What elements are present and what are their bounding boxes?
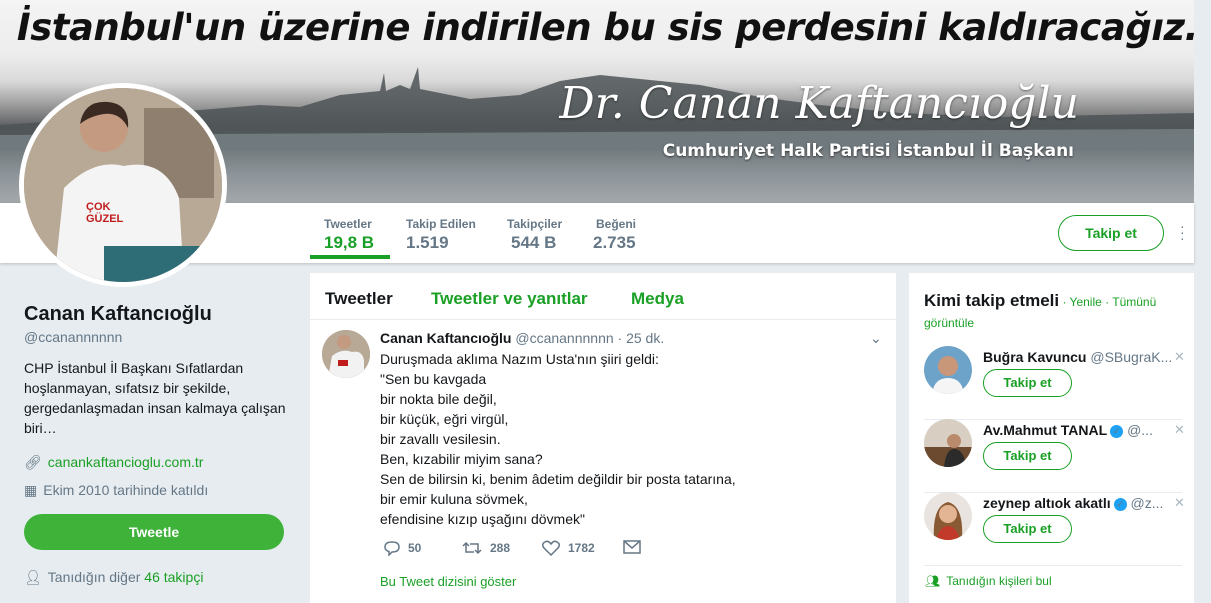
banner-subtitle: Cumhuriyet Halk Partisi İstanbul İl Başk…	[662, 141, 1074, 161]
avatar-photo: ÇOK GÜZEL	[24, 88, 222, 282]
timeline: Tweetler Tweetler ve yanıtlar Medya Cana…	[310, 273, 896, 603]
known-followers[interactable]: 👤︎ Tanıdığın diğer 46 takipçi	[24, 569, 203, 586]
retweet-count: 288	[490, 541, 511, 555]
stat-followers-label: Takipçiler	[507, 217, 563, 231]
like-count: 1782	[568, 541, 595, 555]
reply-action[interactable]: 50	[384, 540, 421, 556]
rec-handle-text: @...	[1127, 422, 1153, 438]
retweet-action[interactable]: 288	[462, 540, 510, 556]
recommendation-photo	[924, 419, 972, 467]
rec-name-text[interactable]: zeynep altıok akatlı	[983, 495, 1111, 511]
profile-website[interactable]: 🔗︎ canankaftancioglu.com.tr	[24, 454, 203, 471]
follow-button[interactable]: Takip et	[983, 369, 1072, 397]
rec-name-text[interactable]: Av.Mahmut TANAL	[983, 422, 1107, 438]
banner-headline: İstanbul'un üzerine indirilen bu sis per…	[16, 6, 1194, 49]
show-thread-link[interactable]: Bu Tweet dizisini göster	[380, 574, 516, 589]
stat-following-value: 1.519	[406, 233, 449, 252]
svg-text:GÜZEL: GÜZEL	[86, 212, 124, 225]
stat-following[interactable]: Takip Edilen 1.519	[406, 203, 486, 263]
link-icon: 🔗︎	[24, 454, 42, 470]
like-action[interactable]: 1782	[542, 540, 595, 556]
heart-icon	[542, 540, 560, 556]
svg-text:ÇOK: ÇOK	[86, 201, 111, 213]
recommendation-photo	[924, 492, 972, 540]
stat-tweets-value: 19,8 B	[324, 233, 375, 252]
banner-signature: Dr. Canan Kaftancıoğlu	[559, 78, 1079, 129]
tweet-author[interactable]: Canan Kaftancıoğlu	[380, 330, 511, 346]
recommendation-photo	[924, 346, 972, 394]
dismiss-icon[interactable]: ✕	[1174, 349, 1185, 365]
reply-count: 50	[408, 541, 422, 555]
stat-likes-label: Beğeni	[596, 217, 637, 231]
tweet-to-button[interactable]: Tweetle	[24, 514, 284, 550]
profile-website-text[interactable]: canankaftancioglu.com.tr	[48, 454, 204, 470]
refresh-link[interactable]: · Yenile	[1059, 295, 1101, 309]
profile-avatar[interactable]: ÇOK GÜZEL	[19, 83, 227, 287]
profile-handle: @ccanannnnnn	[24, 329, 123, 345]
find-friends-link[interactable]: 👥︎ Tanıdığın kişileri bul	[925, 574, 1052, 588]
tweet-header: Canan Kaftancıoğlu @ccanannnnnn · 25 dk.	[380, 330, 664, 346]
rec-handle-text: @SBugraK...	[1090, 349, 1173, 365]
tweet-actions: 50 288 1782	[380, 540, 880, 560]
calendar-icon: ▦	[24, 482, 38, 498]
stat-tweets[interactable]: Tweetler 19,8 B	[310, 203, 390, 259]
tweet-avatar[interactable]	[322, 330, 370, 378]
tab-media[interactable]: Medya	[631, 289, 684, 309]
follow-button[interactable]: Takip et	[983, 442, 1072, 470]
tweet-time[interactable]: · 25 dk.	[618, 330, 665, 346]
recommendation-name: zeynep altıok akatlı ✓ @z...	[983, 495, 1173, 511]
tweet-text: Duruşmada aklıma Nazım Usta'nın şiiri ge…	[380, 351, 736, 527]
timeline-tabs: Tweetler Tweetler ve yanıtlar Medya	[310, 273, 896, 320]
tab-tweets-and-replies[interactable]: Tweetler ve yanıtlar	[431, 289, 588, 309]
recommendation-name: Av.Mahmut TANAL ✓ @...	[983, 422, 1173, 438]
verified-badge-icon: ✓	[1113, 497, 1127, 511]
people-icon: 👥︎	[925, 574, 941, 588]
retweet-icon	[462, 541, 482, 555]
stat-likes[interactable]: Beğeni 2.735	[593, 203, 653, 263]
stat-following-label: Takip Edilen	[406, 217, 476, 231]
recommendation-avatar[interactable]	[924, 346, 972, 394]
stat-likes-value: 2.735	[593, 233, 636, 252]
chevron-down-icon[interactable]: ⌄	[870, 330, 882, 347]
known-followers-count[interactable]: 46 takipçi	[144, 569, 203, 585]
recommendation-item[interactable]: Buğra Kavuncu @SBugraK... ✕ Takip et	[924, 346, 1185, 420]
more-options-icon[interactable]: · · ·	[1180, 219, 1188, 245]
dismiss-icon[interactable]: ✕	[1174, 422, 1185, 438]
dismiss-icon[interactable]: ✕	[1174, 495, 1185, 511]
recommendation-item[interactable]: zeynep altıok akatlı ✓ @z... ✕ Takip et	[924, 492, 1185, 566]
find-friends-text[interactable]: Tanıdığın kişileri bul	[946, 574, 1051, 588]
recommendation-item[interactable]: Av.Mahmut TANAL ✓ @... ✕ Takip et	[924, 419, 1185, 493]
rec-handle-text: @z...	[1130, 495, 1164, 511]
message-action[interactable]	[623, 540, 641, 554]
verified-badge-icon: ✓	[1110, 424, 1124, 438]
tweet-avatar-photo	[322, 330, 370, 378]
follow-button[interactable]: Takip et	[1058, 215, 1164, 251]
profile-joined-text: Ekim 2010 tarihinde katıldı	[43, 482, 209, 498]
who-to-follow-title: Kimi takip etmeli	[924, 291, 1060, 310]
recommendation-avatar[interactable]	[924, 492, 972, 540]
who-to-follow-header: Kimi takip etmeli · Yenile · Tümünü görü…	[924, 291, 1184, 333]
recommendation-avatar[interactable]	[924, 419, 972, 467]
who-to-follow-panel: Kimi takip etmeli · Yenile · Tümünü görü…	[909, 273, 1194, 603]
profile-name: Canan Kaftancıoğlu	[24, 303, 212, 325]
tab-tweets[interactable]: Tweetler	[325, 289, 393, 309]
rec-name-text[interactable]: Buğra Kavuncu	[983, 349, 1086, 365]
reply-icon	[384, 541, 400, 556]
profile-bio: CHP İstanbul İl Başkanı Sıfatlardan hoşl…	[24, 360, 286, 436]
envelope-icon	[623, 540, 641, 554]
stat-followers[interactable]: Takipçiler 544 B	[507, 203, 577, 263]
follow-button[interactable]: Takip et	[983, 515, 1072, 543]
stat-followers-value: 544 B	[511, 233, 557, 252]
stat-tweets-label: Tweetler	[324, 217, 372, 231]
tweet-handle[interactable]: @ccanannnnnn	[515, 330, 613, 346]
recommendation-name: Buğra Kavuncu @SBugraK...	[983, 349, 1173, 365]
person-icon: 👤︎	[24, 569, 42, 585]
profile-joined: ▦ Ekim 2010 tarihinde katıldı	[24, 482, 208, 499]
known-followers-prefix: Tanıdığın diğer	[47, 569, 141, 585]
